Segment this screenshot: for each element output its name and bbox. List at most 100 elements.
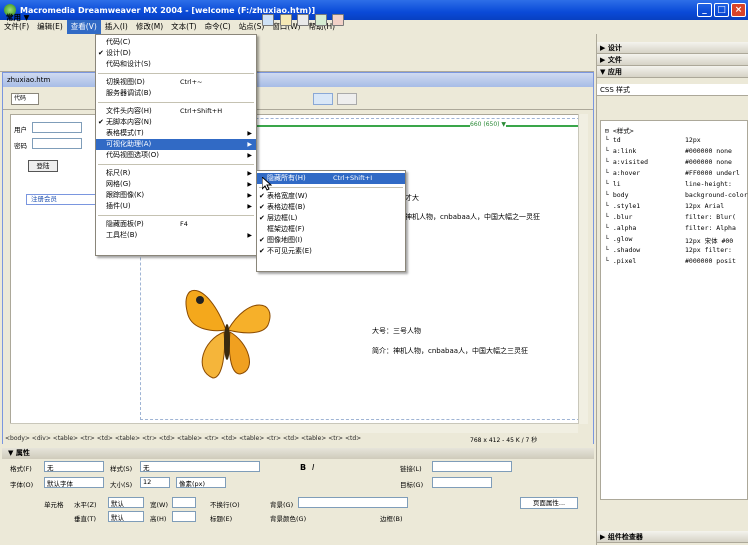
password-field[interactable] (32, 138, 82, 149)
css-rule-selector[interactable]: └ .blur (605, 213, 632, 221)
css-rule-selector[interactable]: └ a:hover (605, 169, 640, 177)
menu-separator (98, 73, 254, 74)
target-label: 目标(G) (400, 481, 424, 489)
bg-field[interactable] (298, 497, 408, 508)
maximize-button[interactable]: □ (714, 3, 729, 17)
menu-item[interactable]: 代码视图选项(O) ▶ (96, 150, 256, 161)
css-rule-selector[interactable]: └ .glow (605, 235, 632, 243)
minimize-button[interactable]: _ (697, 3, 712, 17)
menu-4[interactable]: 修改(M) (132, 20, 167, 34)
menu-item[interactable]: 无脚本内容(N) ✔ (96, 117, 256, 128)
table-width-label: 660 (650) ▼ (470, 121, 507, 128)
css-rule-selector[interactable]: └ .style1 (605, 202, 640, 210)
document-tab[interactable]: zhuxiao.htm (3, 73, 593, 87)
login-button[interactable]: 登陆 (28, 160, 58, 172)
menu-item[interactable]: 表格宽度(W) ✔ (257, 191, 405, 202)
checkmark-icon: ✔ (259, 236, 265, 244)
menu-item-label: 文件头内容(H) (106, 107, 152, 115)
css-rule-value: line-height: (685, 180, 732, 188)
menu-3[interactable]: 插入(I) (101, 20, 132, 34)
css-rule-value: 12px filter: (685, 246, 732, 254)
size-select[interactable]: 12 (140, 477, 170, 488)
refresh-icon[interactable] (337, 93, 357, 105)
menu-item[interactable]: 隐藏所有(H) Ctrl+Shift+I (257, 173, 405, 184)
panel-components[interactable]: ▶ 组件检查器 (597, 531, 748, 543)
menu-separator (98, 164, 254, 165)
menu-item[interactable]: 隐藏面板(P) F4 (96, 219, 256, 230)
template-icon[interactable] (332, 14, 345, 26)
menu-item[interactable]: 代码(C) (96, 37, 256, 48)
media-icon[interactable] (314, 14, 327, 26)
close-button[interactable]: × (731, 3, 746, 17)
menu-item[interactable]: 表格边框(B) ✔ (257, 202, 405, 213)
width-field[interactable] (172, 497, 196, 508)
checkmark-icon: ✔ (98, 49, 104, 57)
layer-icon[interactable] (279, 14, 292, 26)
format-select[interactable]: 无 (44, 461, 104, 472)
css-rule-selector[interactable]: └ a:link (605, 147, 636, 155)
css-rule-selector[interactable]: └ .shadow (605, 246, 640, 254)
menu-item[interactable]: 不可见元素(E) ✔ (257, 246, 405, 257)
insert-category-dropdown[interactable]: 常用 ▼ (6, 12, 29, 23)
menu-item[interactable]: 层边框(L) ✔ (257, 213, 405, 224)
link-field[interactable] (432, 461, 512, 472)
menu-item[interactable]: 切换视图(D) Ctrl+~ (96, 77, 256, 88)
page-properties-button[interactable]: 页面属性... (520, 497, 578, 509)
menu-item[interactable]: 标尺(R) ▶ (96, 168, 256, 179)
font-select[interactable]: 默认字体 (44, 477, 104, 488)
vertical-scrollbar[interactable] (578, 114, 588, 424)
image-icon[interactable] (297, 14, 310, 26)
content-text-c: 大号：三号人物 (372, 327, 421, 335)
css-rule-selector[interactable]: └ li (605, 180, 621, 188)
menu-item[interactable]: 工具栏(B) ▶ (96, 230, 256, 241)
menu-item[interactable]: 代码和设计(S) (96, 59, 256, 70)
username-field[interactable] (32, 122, 82, 133)
register-link[interactable]: 注册会员 (26, 194, 106, 205)
target-select[interactable] (432, 477, 492, 488)
css-rule-selector[interactable]: └ .pixel (605, 257, 636, 265)
css-rule-selector[interactable]: ⊟ <样式> (605, 125, 634, 135)
table-icon[interactable] (262, 14, 274, 26)
code-view-button[interactable]: 代码 (11, 93, 39, 105)
horizontal-scrollbar[interactable] (10, 423, 578, 433)
css-rule-selector[interactable]: └ a:visited (605, 158, 648, 166)
css-rule-selector[interactable]: └ td (605, 136, 621, 144)
panel-css-styles[interactable]: CSS 样式 (597, 84, 748, 96)
tag-path[interactable]: <body> <div> <table> <tr> <td> <table> <… (5, 435, 361, 442)
menu-item[interactable]: 设计(D) ✔ (96, 48, 256, 59)
menu-item-label: 图像地图(I) (267, 236, 303, 244)
bold-button[interactable]: B (300, 463, 306, 472)
panel-design[interactable]: ▶ 设计 (597, 42, 748, 54)
style-select[interactable]: 无 (140, 461, 260, 472)
submenu-arrow-icon: ▶ (247, 141, 252, 148)
css-rule-selector[interactable]: └ body (605, 191, 628, 199)
css-rule-selector[interactable]: └ .alpha (605, 224, 636, 232)
menu-item[interactable]: 文件头内容(H) Ctrl+Shift+H (96, 106, 256, 117)
menu-item[interactable]: 可视化助理(A) ▶ (96, 139, 256, 150)
menu-item[interactable]: 框架边框(F) (257, 224, 405, 235)
cell-label: 单元格 (44, 501, 64, 509)
menu-item[interactable]: 服务器调试(B) (96, 88, 256, 99)
menu-5[interactable]: 文本(T) (167, 20, 200, 34)
horz-select[interactable]: 默认 (108, 497, 144, 508)
menu-item[interactable]: 表格模式(T) ▶ (96, 128, 256, 139)
menu-6[interactable]: 命令(C) (201, 20, 235, 34)
panel-files[interactable]: ▶ 文件 (597, 54, 748, 66)
menu-item[interactable]: 跟踪图像(K) ▶ (96, 190, 256, 201)
properties-title[interactable]: ▼ 属性 (2, 448, 594, 459)
header-label: 标题(E) (210, 515, 233, 523)
menu-item[interactable]: 插件(U) ▶ (96, 201, 256, 212)
visual-aids-submenu: 隐藏所有(H) Ctrl+Shift+I 表格宽度(W) ✔ 表格边框(B) ✔ 层边框(L… (256, 170, 406, 272)
menu-1[interactable]: 编辑(E) (33, 20, 67, 34)
italic-button[interactable]: I (312, 463, 314, 472)
password-label: 密码 (14, 142, 27, 150)
menu-2[interactable]: 查看(V) (66, 20, 101, 34)
menu-item[interactable]: 图像地图(I) ✔ (257, 235, 405, 246)
unit-select[interactable]: 像素(px) (176, 477, 226, 488)
preview-icon[interactable] (313, 93, 333, 105)
butterfly-image[interactable] (168, 270, 288, 390)
panel-application[interactable]: ▼ 应用 (597, 66, 748, 78)
menu-item[interactable]: 网格(G) ▶ (96, 179, 256, 190)
height-field[interactable] (172, 511, 196, 522)
vert-select[interactable]: 默认 (108, 511, 144, 522)
